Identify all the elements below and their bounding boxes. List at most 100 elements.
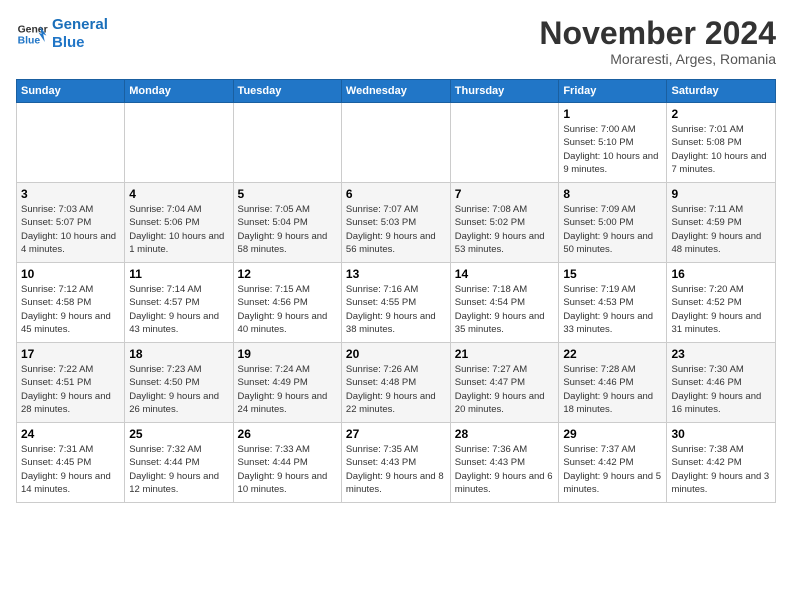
- svg-text:Blue: Blue: [18, 36, 41, 47]
- logo-text: General Blue: [52, 16, 108, 52]
- calendar-cell: 1Sunrise: 7:00 AM Sunset: 5:10 PM Daylig…: [559, 103, 667, 183]
- day-number: 22: [563, 347, 662, 361]
- day-number: 14: [455, 267, 555, 281]
- title-block: November 2024 Moraresti, Arges, Romania: [539, 16, 776, 67]
- calendar-cell: 17 Sunrise: 7:22 AM Sunset: 4:51 PM Dayli…: [17, 343, 125, 423]
- day-number: 19: [238, 347, 337, 361]
- day-number: 16: [671, 267, 771, 281]
- day-info: Sunrise: 7:04 AM Sunset: 5:06 PM Dayligh…: [129, 203, 228, 256]
- calendar-cell: 2 Sunrise: 7:01 AM Sunset: 5:08 PM Daylig…: [667, 103, 776, 183]
- calendar-cell: 6 Sunrise: 7:07 AM Sunset: 5:03 PM Daylig…: [341, 183, 450, 263]
- logo: General Blue General Blue: [16, 16, 108, 52]
- calendar-cell: 22 Sunrise: 7:28 AM Sunset: 4:46 PM Dayli…: [559, 343, 667, 423]
- calendar-cell: [233, 103, 341, 183]
- day-number: 9: [671, 187, 771, 201]
- calendar-cell: 28 Sunrise: 7:36 AM Sunset: 4:43 PM Dayli…: [450, 423, 559, 503]
- day-number: 12: [238, 267, 337, 281]
- column-header-thursday: Thursday: [450, 80, 559, 103]
- day-number: 13: [346, 267, 446, 281]
- day-info: Sunrise: 7:03 AM Sunset: 5:07 PM Dayligh…: [21, 203, 120, 256]
- column-header-friday: Friday: [559, 80, 667, 103]
- day-info: Sunrise: 7:07 AM Sunset: 5:03 PM Dayligh…: [346, 203, 446, 256]
- day-info: Sunrise: 7:30 AM Sunset: 4:46 PM Dayligh…: [671, 363, 771, 416]
- calendar-cell: 11Sunrise: 7:14 AM Sunset: 4:57 PM Dayli…: [125, 263, 233, 343]
- column-header-tuesday: Tuesday: [233, 80, 341, 103]
- calendar-header-row: SundayMondayTuesdayWednesdayThursdayFrid…: [17, 80, 776, 103]
- day-number: 20: [346, 347, 446, 361]
- calendar-cell: 3 Sunrise: 7:03 AM Sunset: 5:07 PM Daylig…: [17, 183, 125, 263]
- calendar-cell: 8Sunrise: 7:09 AM Sunset: 5:00 PM Daylig…: [559, 183, 667, 263]
- day-number: 27: [346, 427, 446, 441]
- calendar-cell: 21 Sunrise: 7:27 AM Sunset: 4:47 PM Dayli…: [450, 343, 559, 423]
- calendar-week-row: 3 Sunrise: 7:03 AM Sunset: 5:07 PM Daylig…: [17, 183, 776, 263]
- calendar-cell: 18 Sunrise: 7:23 AM Sunset: 4:50 PM Dayli…: [125, 343, 233, 423]
- day-number: 17: [21, 347, 120, 361]
- day-number: 15: [563, 267, 662, 281]
- day-info: Sunrise: 7:15 AM Sunset: 4:56 PM Dayligh…: [238, 283, 337, 336]
- calendar-cell: 25Sunrise: 7:32 AM Sunset: 4:44 PM Dayli…: [125, 423, 233, 503]
- calendar-cell: [125, 103, 233, 183]
- month-title: November 2024: [539, 16, 776, 51]
- calendar-cell: 5 Sunrise: 7:05 AM Sunset: 5:04 PM Daylig…: [233, 183, 341, 263]
- calendar-cell: 26 Sunrise: 7:33 AM Sunset: 4:44 PM Dayli…: [233, 423, 341, 503]
- calendar-cell: 19 Sunrise: 7:24 AM Sunset: 4:49 PM Dayli…: [233, 343, 341, 423]
- day-info: Sunrise: 7:16 AM Sunset: 4:55 PM Dayligh…: [346, 283, 446, 336]
- day-info: Sunrise: 7:00 AM Sunset: 5:10 PM Dayligh…: [563, 123, 662, 176]
- day-number: 23: [671, 347, 771, 361]
- day-number: 24: [21, 427, 120, 441]
- day-number: 5: [238, 187, 337, 201]
- calendar-cell: 9 Sunrise: 7:11 AM Sunset: 4:59 PM Daylig…: [667, 183, 776, 263]
- day-info: Sunrise: 7:23 AM Sunset: 4:50 PM Dayligh…: [129, 363, 228, 416]
- day-number: 21: [455, 347, 555, 361]
- calendar-week-row: 17 Sunrise: 7:22 AM Sunset: 4:51 PM Dayli…: [17, 343, 776, 423]
- day-info: Sunrise: 7:36 AM Sunset: 4:43 PM Dayligh…: [455, 443, 555, 496]
- day-info: Sunrise: 7:22 AM Sunset: 4:51 PM Dayligh…: [21, 363, 120, 416]
- day-info: Sunrise: 7:09 AM Sunset: 5:00 PM Dayligh…: [563, 203, 662, 256]
- day-number: 6: [346, 187, 446, 201]
- column-header-wednesday: Wednesday: [341, 80, 450, 103]
- column-header-saturday: Saturday: [667, 80, 776, 103]
- calendar-cell: 16 Sunrise: 7:20 AM Sunset: 4:52 PM Dayli…: [667, 263, 776, 343]
- day-number: 2: [671, 107, 771, 121]
- calendar-cell: 12 Sunrise: 7:15 AM Sunset: 4:56 PM Dayli…: [233, 263, 341, 343]
- day-info: Sunrise: 7:01 AM Sunset: 5:08 PM Dayligh…: [671, 123, 771, 176]
- day-info: Sunrise: 7:05 AM Sunset: 5:04 PM Dayligh…: [238, 203, 337, 256]
- calendar-cell: [341, 103, 450, 183]
- day-info: Sunrise: 7:28 AM Sunset: 4:46 PM Dayligh…: [563, 363, 662, 416]
- day-number: 29: [563, 427, 662, 441]
- calendar-cell: 10Sunrise: 7:12 AM Sunset: 4:58 PM Dayli…: [17, 263, 125, 343]
- calendar-cell: 15Sunrise: 7:19 AM Sunset: 4:53 PM Dayli…: [559, 263, 667, 343]
- day-number: 30: [671, 427, 771, 441]
- day-info: Sunrise: 7:18 AM Sunset: 4:54 PM Dayligh…: [455, 283, 555, 336]
- calendar-cell: [17, 103, 125, 183]
- day-info: Sunrise: 7:27 AM Sunset: 4:47 PM Dayligh…: [455, 363, 555, 416]
- day-info: Sunrise: 7:37 AM Sunset: 4:42 PM Dayligh…: [563, 443, 662, 496]
- day-number: 4: [129, 187, 228, 201]
- day-info: Sunrise: 7:14 AM Sunset: 4:57 PM Dayligh…: [129, 283, 228, 336]
- calendar-cell: 29 Sunrise: 7:37 AM Sunset: 4:42 PM Dayli…: [559, 423, 667, 503]
- day-number: 26: [238, 427, 337, 441]
- day-info: Sunrise: 7:38 AM Sunset: 4:42 PM Dayligh…: [671, 443, 771, 496]
- day-number: 3: [21, 187, 120, 201]
- day-info: Sunrise: 7:08 AM Sunset: 5:02 PM Dayligh…: [455, 203, 555, 256]
- day-number: 25: [129, 427, 228, 441]
- calendar-cell: 20Sunrise: 7:26 AM Sunset: 4:48 PM Dayli…: [341, 343, 450, 423]
- day-info: Sunrise: 7:31 AM Sunset: 4:45 PM Dayligh…: [21, 443, 120, 496]
- day-number: 28: [455, 427, 555, 441]
- column-header-monday: Monday: [125, 80, 233, 103]
- calendar-cell: 30 Sunrise: 7:38 AM Sunset: 4:42 PM Dayli…: [667, 423, 776, 503]
- day-info: Sunrise: 7:24 AM Sunset: 4:49 PM Dayligh…: [238, 363, 337, 416]
- day-number: 18: [129, 347, 228, 361]
- calendar-week-row: 24 Sunrise: 7:31 AM Sunset: 4:45 PM Dayli…: [17, 423, 776, 503]
- calendar-cell: [450, 103, 559, 183]
- day-number: 7: [455, 187, 555, 201]
- calendar-cell: 14 Sunrise: 7:18 AM Sunset: 4:54 PM Dayli…: [450, 263, 559, 343]
- day-info: Sunrise: 7:12 AM Sunset: 4:58 PM Dayligh…: [21, 283, 120, 336]
- logo-icon: General Blue: [16, 18, 48, 50]
- day-info: Sunrise: 7:35 AM Sunset: 4:43 PM Dayligh…: [346, 443, 446, 496]
- calendar-cell: 24 Sunrise: 7:31 AM Sunset: 4:45 PM Dayli…: [17, 423, 125, 503]
- location-subtitle: Moraresti, Arges, Romania: [539, 51, 776, 67]
- day-info: Sunrise: 7:11 AM Sunset: 4:59 PM Dayligh…: [671, 203, 771, 256]
- day-info: Sunrise: 7:20 AM Sunset: 4:52 PM Dayligh…: [671, 283, 771, 336]
- day-info: Sunrise: 7:33 AM Sunset: 4:44 PM Dayligh…: [238, 443, 337, 496]
